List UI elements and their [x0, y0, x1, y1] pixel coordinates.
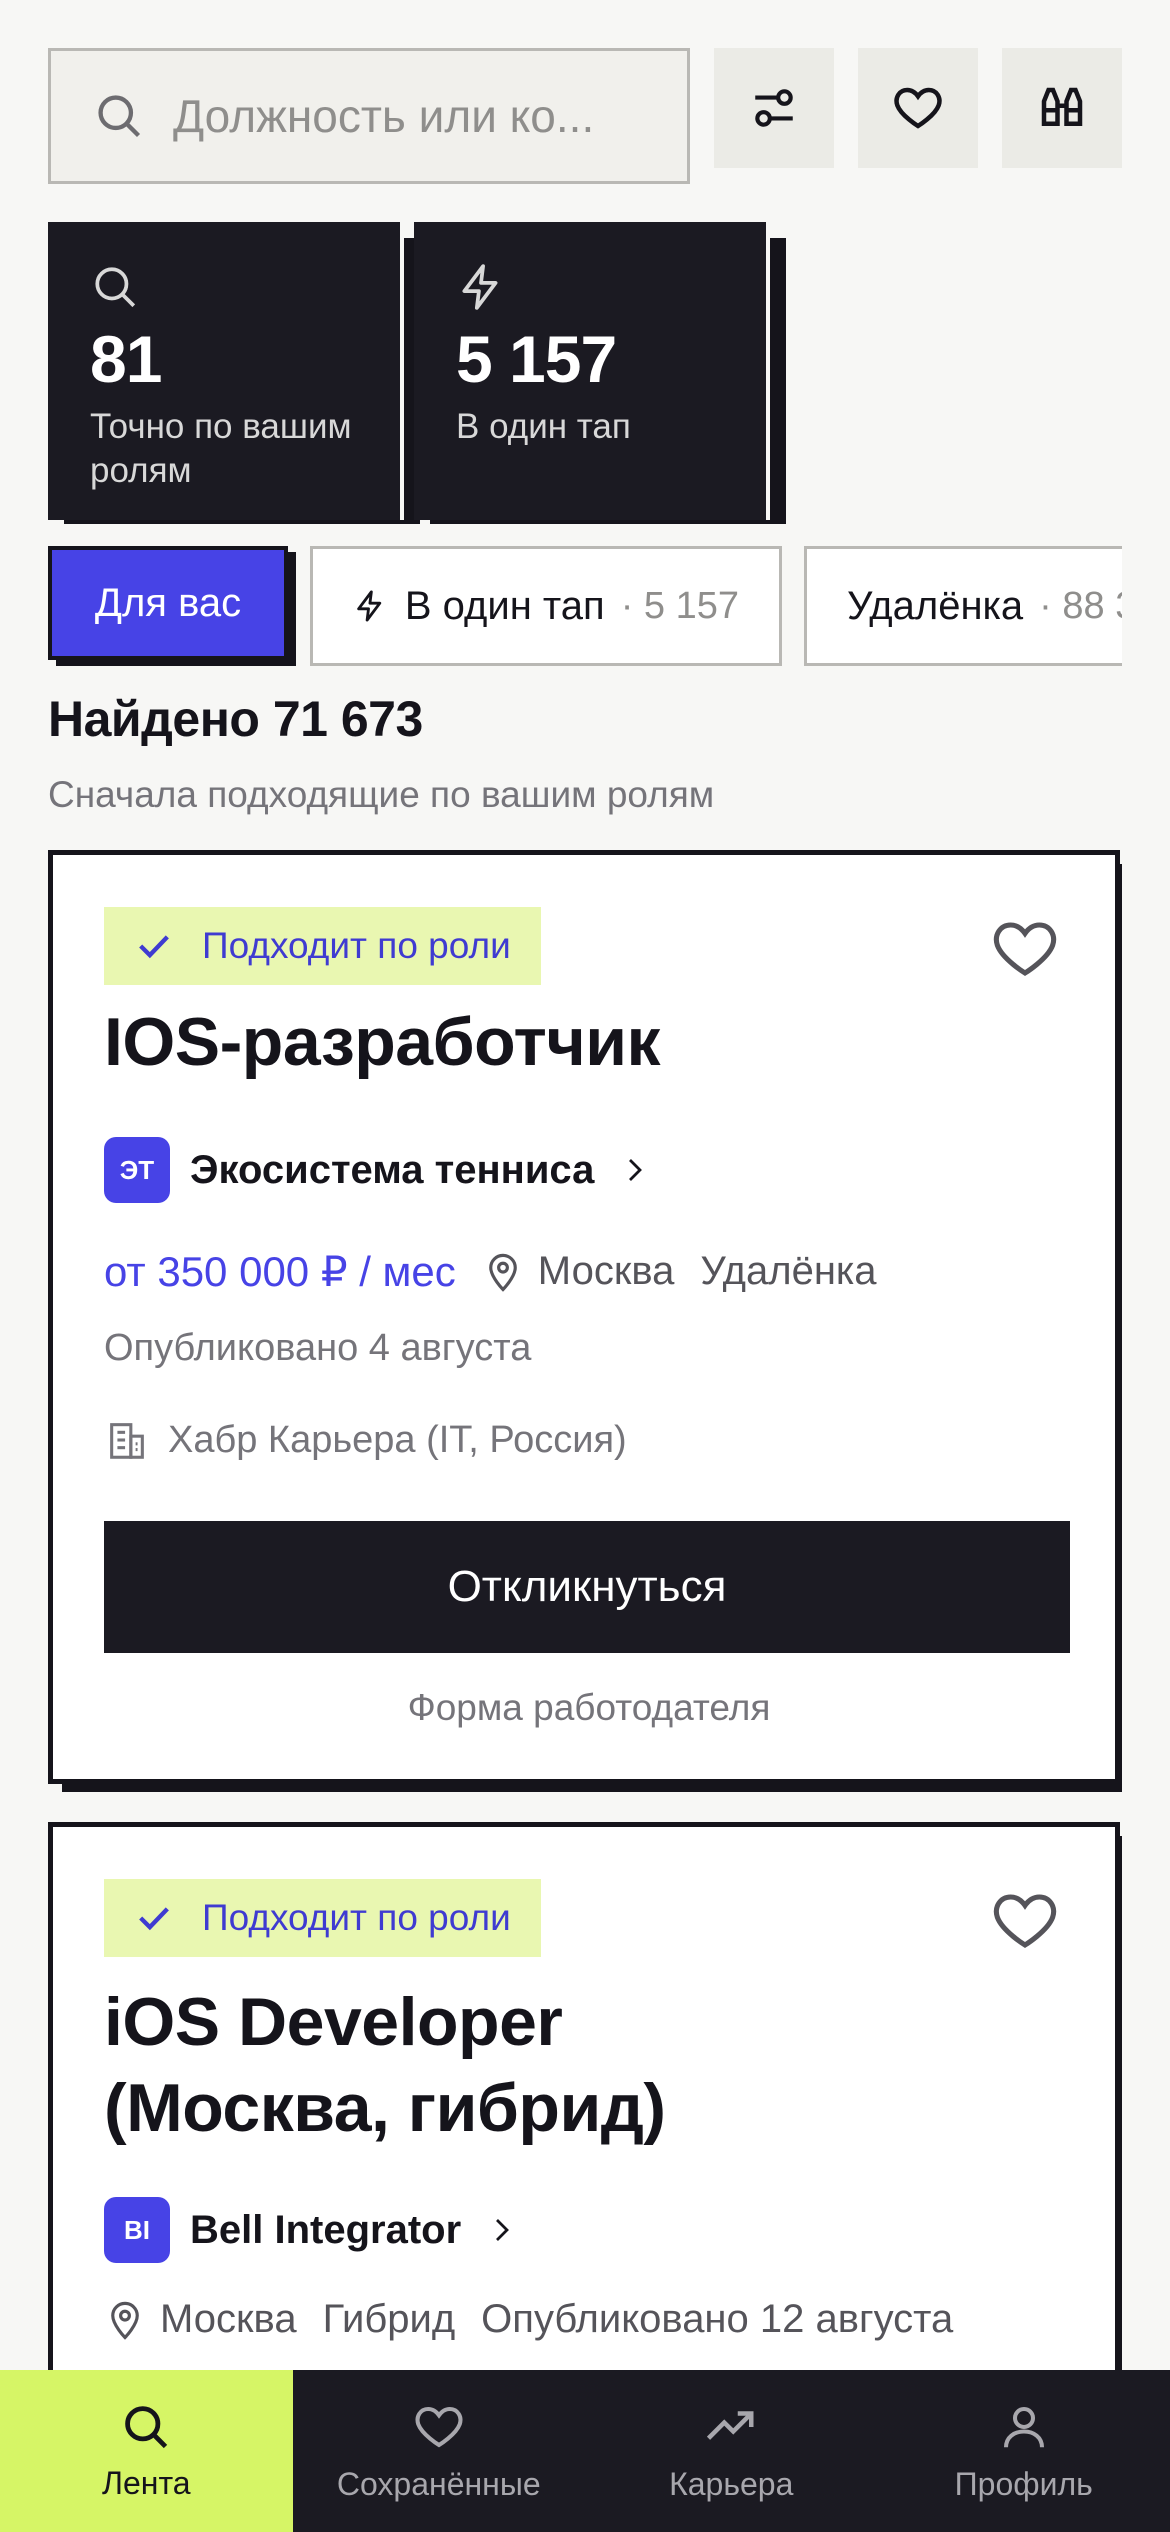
location-row: Москва Гибрид Опубликовано 12 августа [104, 2297, 953, 2342]
nav-label: Сохранённые [336, 2465, 541, 2502]
chip-one-tap[interactable]: В один тап · 5 157 [310, 546, 782, 666]
stat-label: Точно по вашим ролям [90, 407, 352, 490]
published-date: Опубликовано 12 августа [481, 2297, 954, 2341]
heart-icon [415, 2406, 463, 2447]
lightning-icon [462, 264, 498, 310]
chip-label: Удалёнка [847, 583, 1024, 628]
filters-button[interactable] [714, 48, 834, 168]
nav-label: Карьера [669, 2465, 794, 2502]
search-icon [95, 267, 136, 308]
work-format: Гибрид [322, 2297, 456, 2341]
company-logo: ЭТ [104, 1137, 170, 1203]
vacancy-title-line: iOS Developer [104, 1984, 563, 2060]
check-icon [139, 935, 169, 959]
chevron-right-icon [629, 1159, 643, 1181]
nav-label: Лента [101, 2464, 191, 2501]
salary-location-row: от 350 000 ₽ / мес Москва Удалёнка [104, 1247, 877, 1296]
location-pin-icon [488, 1253, 517, 1292]
vacancy-title[interactable]: iOS Developer (Москва, гибрид) [104, 1979, 666, 2151]
results-count: Найдено 71 673 [48, 691, 423, 747]
role-match-badge: Подходит по роли [104, 1879, 541, 1957]
stat-card-exact-matches[interactable]: 81 Точно по вашим ролям [48, 222, 420, 524]
search-input[interactable]: Должность или ко... [48, 48, 690, 184]
search-placeholder: Должность или ко... [173, 90, 595, 142]
binoculars-icon [1041, 87, 1083, 126]
apply-button[interactable]: Откликнуться [104, 1521, 1070, 1653]
work-format: Удалёнка [700, 1249, 877, 1293]
nav-label: Профиль [954, 2465, 1093, 2502]
nav-saved[interactable]: Сохранённые [293, 2370, 586, 2532]
chip-count: · 5 157 [620, 584, 739, 627]
company-name: Экосистема тенниса [190, 1147, 595, 1192]
binoculars-button[interactable] [1002, 48, 1122, 168]
search-icon [125, 2405, 168, 2448]
lightning-icon [357, 590, 382, 622]
stat-label: В один тап [456, 407, 631, 446]
filter-chips: Для вас В один тап · 5 157 Удалёнка · 88… [48, 546, 1122, 666]
published-date: Опубликовано 4 августа [104, 1327, 532, 1369]
nav-profile[interactable]: Профиль [878, 2370, 1170, 2532]
city: Москва [160, 2297, 297, 2341]
heart-icon[interactable] [989, 913, 1061, 985]
chip-count: · 88 3 [1039, 584, 1122, 627]
company-name: Bell Integrator [190, 2207, 462, 2252]
user-icon [1003, 2406, 1044, 2447]
heart-icon[interactable] [989, 1885, 1061, 1957]
location-pin-icon [111, 2301, 139, 2340]
company-link[interactable]: ЭТ Экосистема тенниса [104, 1137, 650, 1203]
source-row: Хабр Карьера (IT, Россия) [104, 1417, 627, 1463]
vacancy-card[interactable]: Подходит по роли IOS-разработчик ЭТ Экос… [48, 850, 1122, 1792]
bottom-navigation: Лента Сохранённые Карьера Профиль [0, 2370, 1170, 2532]
badge-label: Подходит по роли [202, 1897, 511, 1938]
trend-up-icon [707, 2410, 754, 2440]
nav-feed[interactable]: Лента [0, 2370, 293, 2532]
employer-form-note: Форма работодателя [407, 1687, 771, 1728]
chevron-right-icon [496, 2219, 510, 2241]
vacancy-card[interactable]: Подходит по роли iOS Developer (Москва, … [48, 1822, 1122, 2396]
chip-remote[interactable]: Удалёнка · 88 3 [804, 546, 1122, 666]
city: Москва [537, 1249, 675, 1293]
chip-label: Для вас [94, 580, 242, 625]
favorites-button[interactable] [858, 48, 978, 168]
salary: от 350 000 ₽ / мес [104, 1248, 456, 1295]
heart-icon [894, 87, 942, 129]
sort-note: Сначала подходящие по вашим ролям [48, 774, 715, 815]
company-link[interactable]: BI Bell Integrator [104, 2197, 517, 2263]
company-logo: BI [104, 2197, 170, 2263]
search-icon [98, 95, 141, 138]
role-match-badge: Подходит по роли [104, 907, 541, 985]
chip-label: В один тап [404, 583, 605, 628]
source-name: Хабр Карьера (IT, Россия) [168, 1418, 627, 1461]
badge-label: Подходит по роли [202, 925, 511, 966]
sliders-icon [755, 89, 793, 127]
nav-career[interactable]: Карьера [585, 2370, 878, 2532]
vacancy-title-line: (Москва, гибрид) [104, 2070, 666, 2146]
building-icon [110, 1423, 144, 1459]
stat-value: 5 157 [456, 322, 617, 396]
stat-value: 81 [90, 322, 162, 396]
check-icon [139, 1907, 169, 1931]
stat-card-one-tap[interactable]: 5 157 В один тап [414, 222, 786, 524]
vacancy-title[interactable]: IOS-разработчик [104, 999, 661, 1085]
chip-for-you[interactable]: Для вас [48, 546, 288, 660]
